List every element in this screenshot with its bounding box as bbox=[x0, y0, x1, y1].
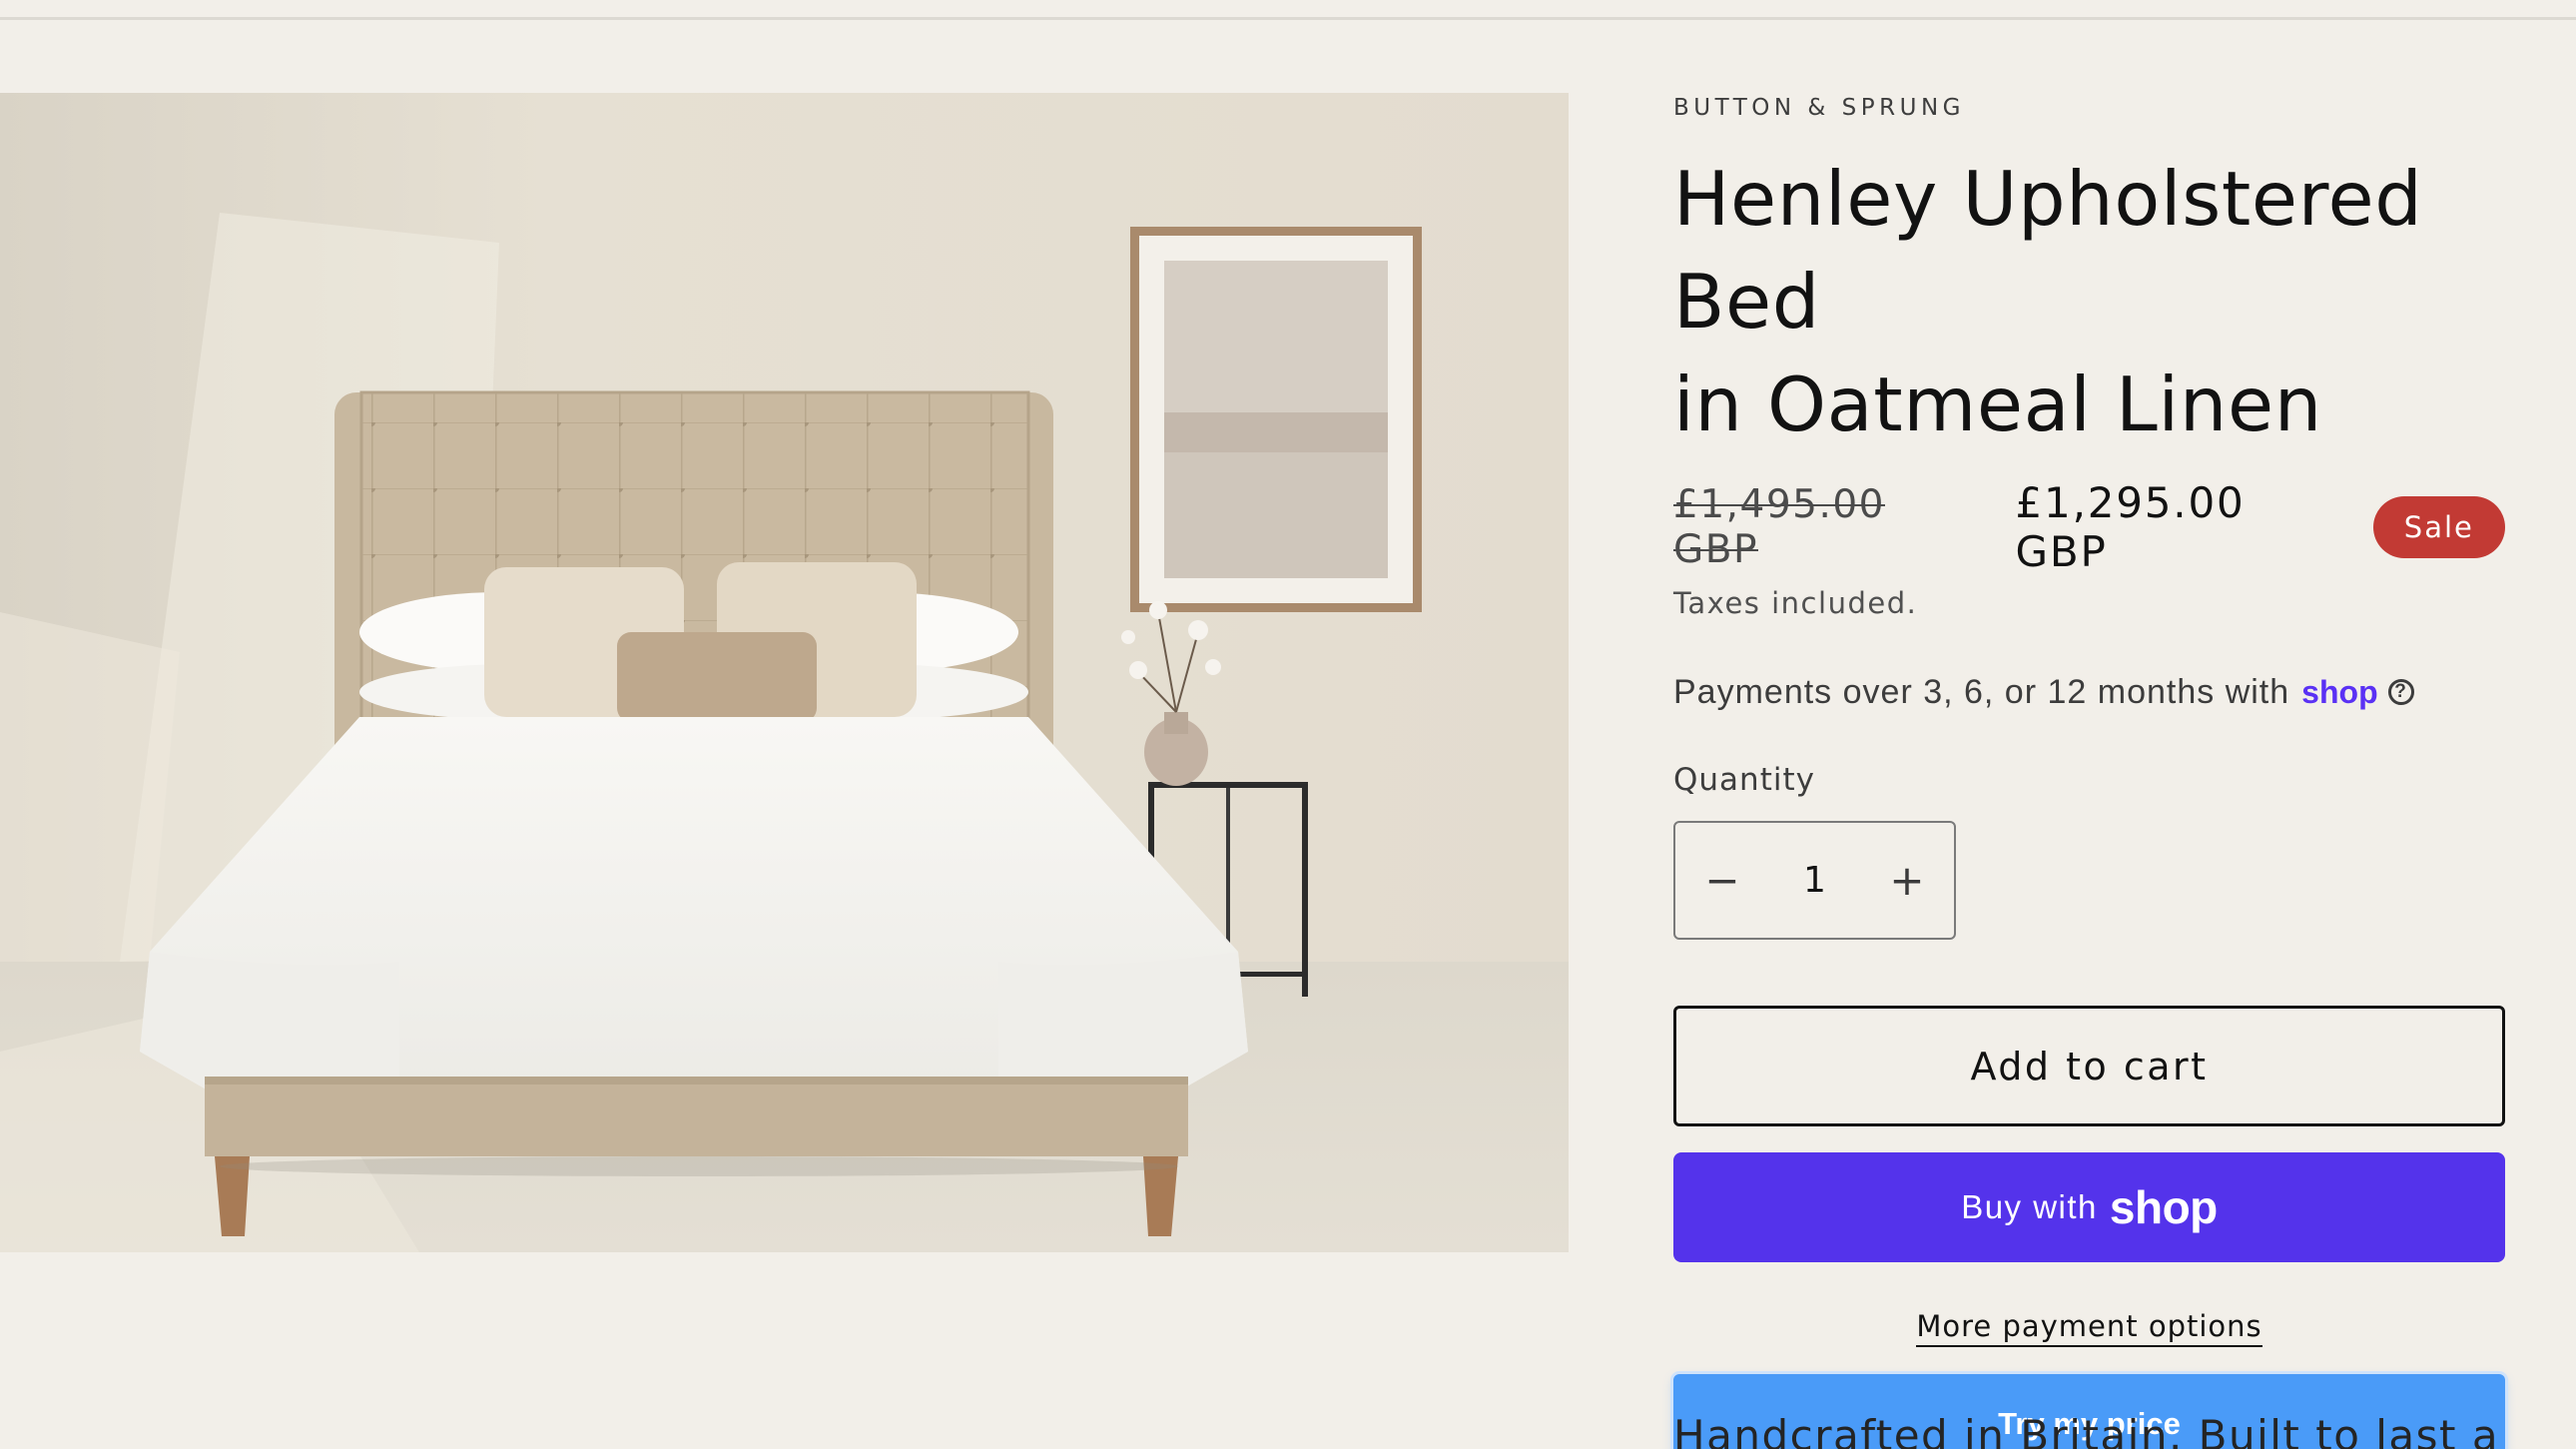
product-description: Handcrafted in Britain. Built to last a bbox=[1673, 1411, 2500, 1449]
product-title-line1: Henley Upholstered Bed bbox=[1673, 155, 2423, 346]
taxes-note: Taxes included. bbox=[1673, 586, 1918, 620]
product-photo-illustration bbox=[0, 93, 1569, 1252]
add-to-cart-label: Add to cart bbox=[1970, 1044, 2209, 1088]
quantity-input[interactable] bbox=[1772, 859, 1857, 902]
more-payment-options-label: More payment options bbox=[1916, 1309, 2262, 1347]
product-image[interactable] bbox=[0, 93, 1569, 1252]
question-circle-icon[interactable]: ? bbox=[2387, 679, 2414, 705]
header-divider bbox=[0, 17, 2576, 20]
product-title-line2: in Oatmeal Linen bbox=[1673, 361, 2322, 448]
quantity-label: Quantity bbox=[1673, 762, 1815, 798]
compare-at-price: £1,495.00 GBP bbox=[1673, 482, 1885, 572]
price-row: £1,495.00 GBP £1,295.00 GBP Sale bbox=[1673, 478, 2505, 576]
installments-banner: Payments over 3, 6, or 12 months with sh… bbox=[1673, 669, 2505, 715]
shop-logo: shop bbox=[2109, 1181, 2218, 1233]
buy-with-shop-button[interactable]: Buy with shop bbox=[1673, 1152, 2505, 1262]
add-to-cart-button[interactable]: Add to cart bbox=[1673, 1006, 2505, 1126]
product-title: Henley Upholstered Bed in Oatmeal Linen bbox=[1673, 148, 2505, 456]
plus-icon[interactable]: + bbox=[1860, 823, 1954, 938]
vendor-name: BUTTON & SPRUNG bbox=[1673, 95, 1965, 121]
shop-pay-logo: shop bbox=[2301, 673, 2378, 710]
sale-price: £1,295.00 GBP bbox=[2015, 478, 2246, 576]
installments-text: Payments over 3, 6, or 12 months with bbox=[1673, 672, 2290, 711]
product-page: BUTTON & SPRUNG Henley Upholstered Bed i… bbox=[0, 0, 2576, 1449]
quantity-stepper: − + bbox=[1673, 821, 1956, 940]
minus-icon[interactable]: − bbox=[1675, 823, 1769, 938]
product-info: BUTTON & SPRUNG Henley Upholstered Bed i… bbox=[1673, 90, 2505, 1449]
sale-badge: Sale bbox=[2372, 496, 2505, 558]
more-payment-options-link[interactable]: More payment options bbox=[1673, 1306, 2505, 1347]
buy-with-label: Buy with bbox=[1961, 1188, 2098, 1225]
